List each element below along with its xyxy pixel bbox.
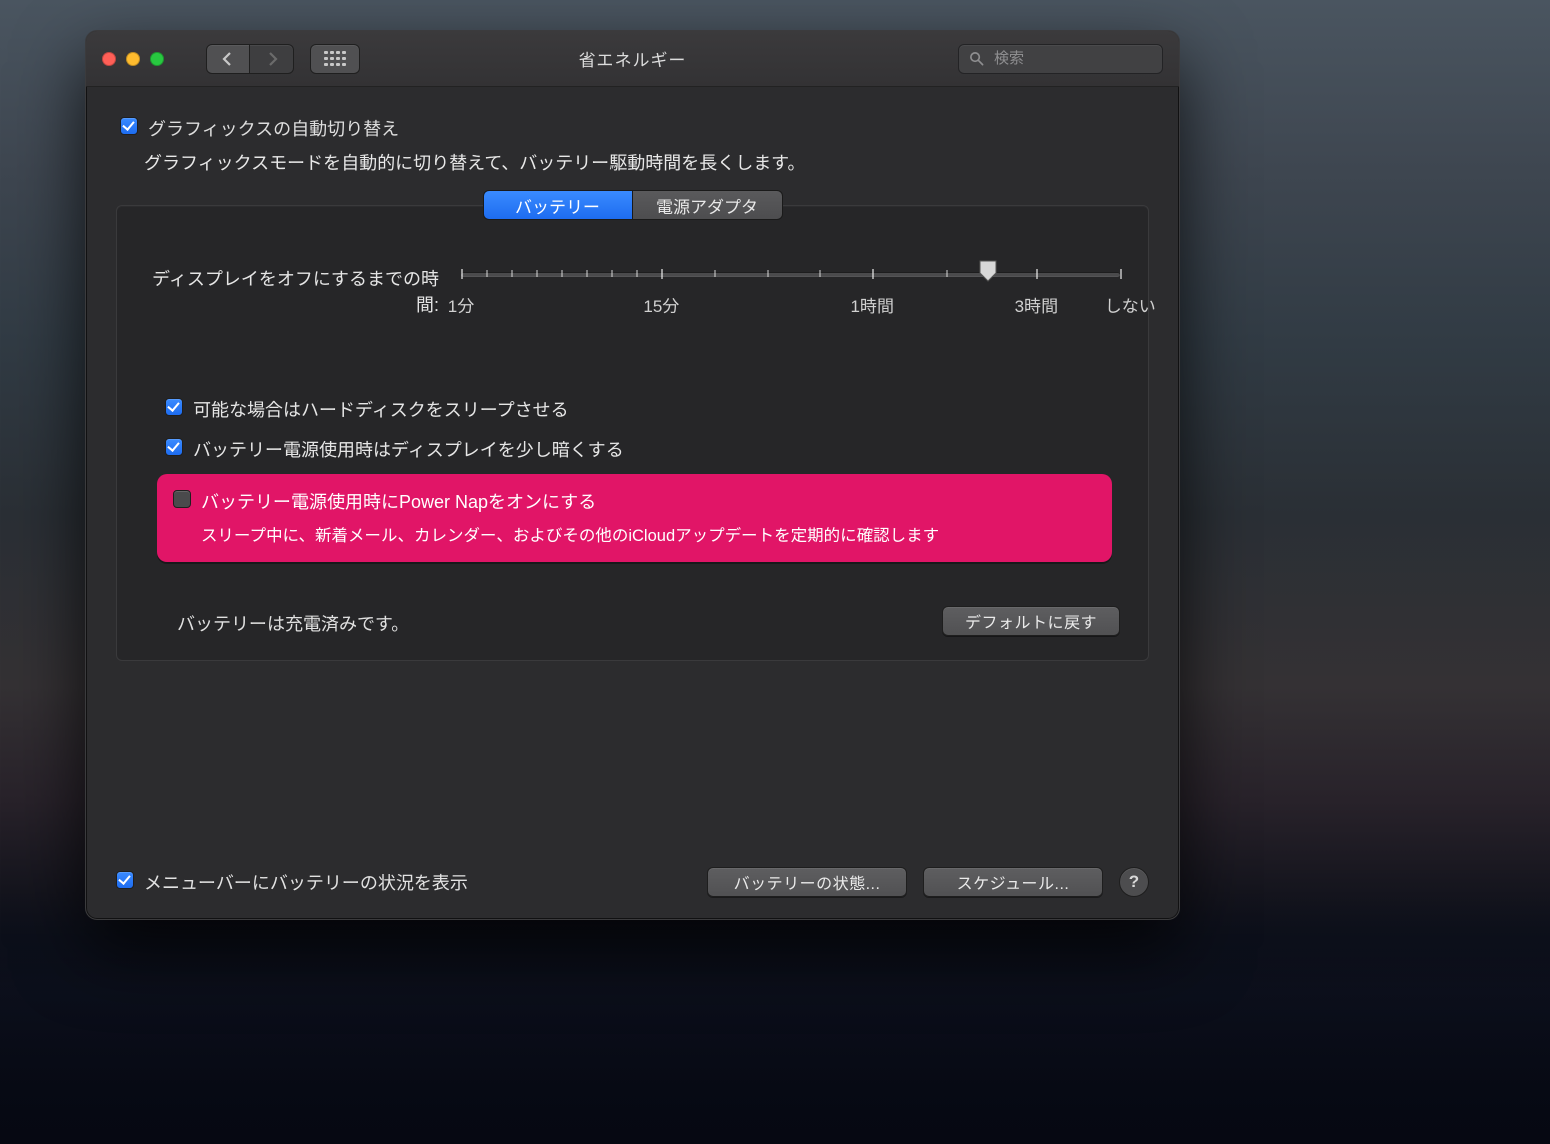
hdd-sleep-label: 可能な場合はハードディスクをスリープさせる xyxy=(193,396,569,422)
restore-defaults-button[interactable]: デフォルトに戻す xyxy=(942,606,1120,636)
graphics-switch-label: グラフィックスの自動切り替え xyxy=(148,115,399,141)
tabs: バッテリー 電源アダプタ xyxy=(117,190,1148,206)
dim-display-checkbox[interactable] xyxy=(165,438,183,456)
display-sleep-slider-area: ディスプレイをオフにするまでの時間: xyxy=(117,266,1148,318)
tab-battery[interactable]: バッテリー xyxy=(483,190,633,220)
search-icon xyxy=(969,51,984,66)
menubar-battery-row: メニューバーにバッテリーの状況を表示 xyxy=(116,869,468,895)
menubar-battery-label: メニューバーにバッテリーの状況を表示 xyxy=(144,869,468,895)
hdd-sleep-row: 可能な場合はハードディスクをスリープさせる xyxy=(165,396,1148,422)
display-sleep-slider[interactable]: 1分 15分 1時間 3時間 しない xyxy=(461,266,1120,318)
dim-display-row: バッテリー電源使用時はディスプレイを少し暗くする xyxy=(165,436,1148,462)
schedule-button[interactable]: スケジュール... xyxy=(923,867,1103,897)
slider-tick-label: 1時間 xyxy=(850,292,893,317)
settings-panel: バッテリー 電源アダプタ ディスプレイをオフにするまでの時間: xyxy=(116,205,1149,661)
help-button[interactable]: ? xyxy=(1119,867,1149,897)
desktop-background: 省エネルギー グラフィックスの自動切り替え グラフィックスモードを自動的に切り替… xyxy=(0,0,1550,1144)
slider-tick-label: 1分 xyxy=(448,292,474,317)
power-nap-row: バッテリー電源使用時にPower Napをオンにする xyxy=(173,488,1096,514)
slider-knob[interactable] xyxy=(978,260,998,282)
slider-tick-label: 15分 xyxy=(643,292,679,317)
titlebar: 省エネルギー xyxy=(86,31,1179,87)
graphics-switch-checkbox[interactable] xyxy=(120,117,138,135)
battery-health-button[interactable]: バッテリーの状態... xyxy=(707,867,907,897)
graphics-switch-desc: グラフィックスモードを自動的に切り替えて、バッテリー駆動時間を長くします。 xyxy=(144,149,1149,175)
search-field[interactable] xyxy=(958,44,1163,74)
dim-display-label: バッテリー電源使用時はディスプレイを少し暗くする xyxy=(193,436,624,462)
tab-power-adapter[interactable]: 電源アダプタ xyxy=(633,190,783,220)
slider-track xyxy=(461,272,1120,277)
power-nap-label: バッテリー電源使用時にPower Napをオンにする xyxy=(201,488,596,514)
power-nap-desc: スリープ中に、新着メール、カレンダー、およびその他のiCloudアップデートを定… xyxy=(201,522,1096,546)
footer: メニューバーにバッテリーの状況を表示 バッテリーの状態... スケジュール...… xyxy=(116,867,1149,897)
power-nap-highlight: バッテリー電源使用時にPower Napをオンにする スリープ中に、新着メール、… xyxy=(157,474,1112,562)
options-list: 可能な場合はハードディスクをスリープさせる バッテリー電源使用時はディスプレイを… xyxy=(165,396,1148,462)
graphics-switch-row: グラフィックスの自動切り替え xyxy=(120,115,1149,141)
slider-tick-label: しない xyxy=(1105,292,1156,317)
power-nap-checkbox[interactable] xyxy=(173,490,191,508)
system-prefs-window: 省エネルギー グラフィックスの自動切り替え グラフィックスモードを自動的に切り替… xyxy=(85,30,1180,920)
hdd-sleep-checkbox[interactable] xyxy=(165,398,183,416)
slider-tick-label: 3時間 xyxy=(1015,292,1058,317)
menubar-battery-checkbox[interactable] xyxy=(116,871,134,889)
display-sleep-label: ディスプレイをオフにするまでの時間: xyxy=(139,266,439,318)
search-input[interactable] xyxy=(992,49,1180,68)
content: グラフィックスの自動切り替え グラフィックスモードを自動的に切り替えて、バッテリ… xyxy=(86,87,1179,685)
